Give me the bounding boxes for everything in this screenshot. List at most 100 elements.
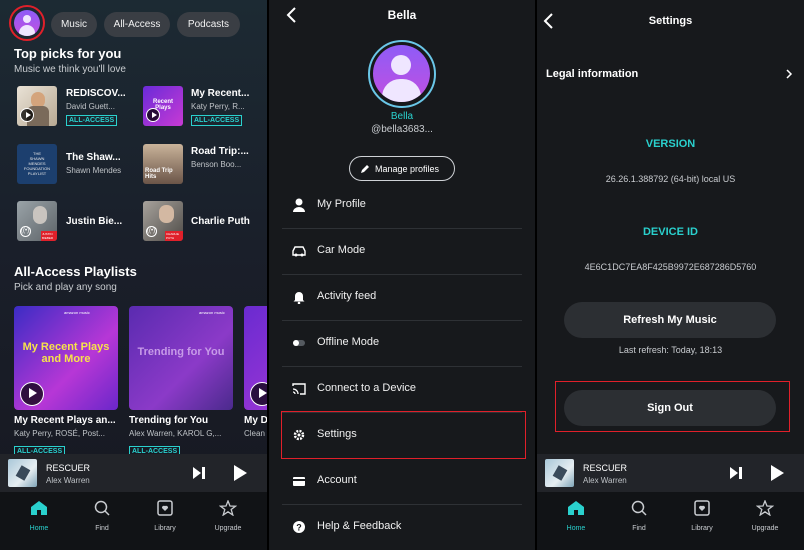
refresh-my-music-button[interactable]: Refresh My Music bbox=[564, 302, 776, 338]
device-id-label: DEVICE ID bbox=[642, 226, 698, 238]
device-id-value: 4E6C1DC7EA8F425B9972E687286D5760 bbox=[584, 262, 757, 272]
highlight-box bbox=[555, 381, 790, 432]
library-icon bbox=[157, 500, 173, 516]
thumb-text: amazon music bbox=[64, 310, 90, 315]
playlist-card-trending[interactable]: amazon music Trending for You bbox=[129, 306, 233, 410]
nav-label: Find bbox=[95, 525, 109, 532]
menu-label: Account bbox=[317, 474, 357, 486]
legal-information-label: Legal information bbox=[546, 68, 639, 80]
nav-label: Home bbox=[566, 525, 586, 532]
playlist-card-recent[interactable]: amazon music My Recent Plays and More bbox=[14, 306, 118, 410]
track-title: RESCUER bbox=[583, 463, 628, 473]
pick-thumb-roadtrip[interactable]: Road Trip Hits bbox=[143, 144, 183, 184]
profile-avatar-button[interactable] bbox=[9, 5, 45, 41]
menu-label: Help & Feedback bbox=[317, 520, 402, 532]
play-icon[interactable] bbox=[250, 382, 267, 406]
nav-find[interactable]: Find bbox=[614, 500, 664, 532]
chip-podcasts[interactable]: Podcasts bbox=[177, 12, 240, 37]
menu-item-account[interactable]: Account bbox=[282, 459, 522, 505]
pick-title[interactable]: Charlie Puth bbox=[191, 216, 250, 227]
version-label: VERSION bbox=[645, 138, 696, 150]
chevron-right-icon bbox=[786, 69, 793, 79]
home-icon bbox=[568, 501, 584, 515]
nav-upgrade[interactable]: Upgrade bbox=[740, 499, 790, 532]
radio-icon: ((•)) bbox=[20, 226, 31, 237]
star-icon bbox=[755, 499, 775, 517]
pick-artist: David Guett... bbox=[66, 102, 115, 111]
mini-player[interactable]: RESCUER Alex Warren bbox=[537, 454, 804, 492]
menu-item-connect-device[interactable]: Connect to a Device bbox=[282, 367, 522, 413]
card-art-text: Trending for You bbox=[137, 346, 225, 358]
playlist-card-partial[interactable] bbox=[244, 306, 267, 410]
menu-item-my-profile[interactable]: My Profile bbox=[282, 183, 522, 229]
thumb-text: JUSTIN BIEBER bbox=[41, 231, 57, 241]
chip-music[interactable]: Music bbox=[51, 12, 97, 37]
chip-all-access[interactable]: All-Access bbox=[104, 12, 170, 37]
pick-thumb-recent[interactable]: Recent Plays bbox=[143, 86, 183, 126]
pick-thumb-rediscover[interactable] bbox=[17, 86, 57, 126]
pick-title[interactable]: Justin Bie... bbox=[66, 216, 122, 227]
mini-player[interactable]: RESCUER Alex Warren bbox=[0, 454, 267, 492]
nav-library[interactable]: Library bbox=[677, 500, 727, 532]
pick-artist: Shawn Mendes bbox=[66, 166, 122, 175]
profile-name: Bella bbox=[390, 111, 414, 122]
svg-text:?: ? bbox=[296, 523, 302, 533]
pick-title[interactable]: My Recent... bbox=[191, 88, 249, 99]
avatar bbox=[14, 10, 40, 36]
menu-item-offline-mode[interactable]: Offline Mode bbox=[282, 321, 522, 367]
profile-avatar bbox=[368, 40, 436, 108]
menu-item-activity-feed[interactable]: Activity feed bbox=[282, 275, 522, 321]
nav-library[interactable]: Library bbox=[140, 500, 190, 532]
legal-information-row[interactable]: Legal information bbox=[537, 52, 804, 96]
play-icon[interactable] bbox=[20, 108, 34, 122]
track-artist: Alex Warren bbox=[583, 476, 627, 485]
bell-icon bbox=[293, 292, 305, 304]
play-icon[interactable] bbox=[146, 108, 160, 122]
menu-item-help[interactable]: ? Help & Feedback bbox=[282, 505, 522, 550]
top-picks-subtitle: Music we think you'll love bbox=[14, 64, 126, 75]
pick-title[interactable]: Road Trip:... bbox=[191, 146, 249, 157]
play-icon[interactable] bbox=[769, 464, 785, 482]
nav-find[interactable]: Find bbox=[77, 500, 127, 532]
toggle-icon bbox=[293, 340, 305, 346]
pick-title[interactable]: The Shaw... bbox=[66, 152, 121, 163]
card-title[interactable]: Trending for You bbox=[129, 415, 208, 426]
card-title[interactable]: My Recent Plays an... bbox=[14, 415, 116, 426]
track-artist: Alex Warren bbox=[46, 476, 90, 485]
nav-upgrade[interactable]: Upgrade bbox=[203, 499, 253, 532]
play-icon[interactable] bbox=[20, 382, 44, 406]
play-icon[interactable] bbox=[232, 464, 248, 482]
star-icon bbox=[218, 499, 238, 517]
card-art-text: My Recent Plays and More bbox=[22, 341, 110, 365]
menu-label: Connect to a Device bbox=[317, 382, 417, 394]
pick-thumb-shawn[interactable]: THE SHAWN MENDES FOUNDATION PLAYLIST bbox=[17, 144, 57, 184]
track-title: RESCUER bbox=[46, 463, 91, 473]
menu-item-car-mode[interactable]: Car Mode bbox=[282, 229, 522, 275]
last-refresh-text: Last refresh: Today, 18:13 bbox=[618, 345, 723, 355]
pick-artist: Katy Perry, R... bbox=[191, 102, 245, 111]
pick-title[interactable]: REDISCOV... bbox=[66, 88, 126, 99]
cast-icon bbox=[292, 383, 306, 395]
help-icon: ? bbox=[293, 521, 305, 533]
bottom-nav: Home Find Library Upgrade bbox=[0, 492, 267, 550]
pick-thumb-justin[interactable]: ((•)) JUSTIN BIEBER bbox=[17, 201, 57, 241]
skip-next-icon[interactable] bbox=[729, 466, 743, 480]
card-title[interactable]: My D bbox=[244, 415, 267, 426]
nav-home[interactable]: Home bbox=[551, 500, 601, 532]
top-picks-title: Top picks for you bbox=[14, 46, 122, 61]
page-title: Bella bbox=[387, 8, 417, 22]
settings-screen: Settings Legal information VERSION 26.26… bbox=[537, 0, 804, 550]
album-art bbox=[8, 459, 37, 487]
card-subtitle: Alex Warren, KAROL G,... bbox=[129, 429, 222, 438]
nav-label: Upgrade bbox=[214, 525, 242, 532]
card-icon bbox=[293, 477, 305, 486]
skip-next-icon[interactable] bbox=[192, 466, 206, 480]
manage-profiles-label: Manage profiles bbox=[375, 164, 440, 174]
nav-label: Home bbox=[29, 525, 49, 532]
nav-label: Library bbox=[154, 525, 176, 532]
thumb-text: amazon music bbox=[199, 310, 225, 315]
menu-label: My Profile bbox=[317, 198, 366, 210]
manage-profiles-button[interactable]: Manage profiles bbox=[349, 156, 455, 181]
nav-home[interactable]: Home bbox=[14, 500, 64, 532]
pick-thumb-charlie[interactable]: ((•)) CHARLIE PUTH bbox=[143, 201, 183, 241]
